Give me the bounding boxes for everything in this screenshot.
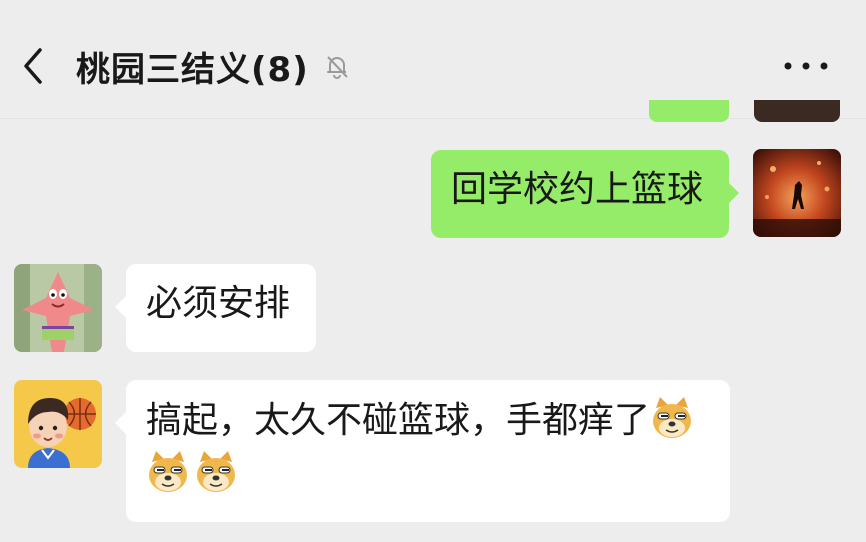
chevron-left-icon [24,48,42,84]
fire-landscape-avatar[interactable] [753,149,841,237]
message-text: 搞起，太久不碰篮球，手都痒了 [146,400,651,441]
back-button[interactable] [12,44,56,88]
ellipsis-icon [784,62,828,70]
basketball-boy-avatar[interactable] [14,380,102,468]
received-message-bubble[interactable]: 必须安排 [126,264,316,352]
bell-off-icon [326,56,348,79]
patrick-star-avatar[interactable] [14,264,102,352]
bubble-tail [115,296,126,318]
chat-title-wrap: 桃园三结义(8) [76,44,353,90]
doge-emoji-icon [146,450,190,494]
previous-message-bubble [649,100,729,122]
doge-emoji-icon [650,396,694,440]
doge-emoji-icon [194,450,238,494]
bubble-tail [728,182,739,204]
chat-header: 桃园三结义(8) [0,0,866,119]
sent-message-bubble[interactable]: 回学校约上篮球 [431,150,729,238]
previous-message-avatar[interactable] [754,100,840,122]
bubble-tail [115,412,126,434]
chat-title: 桃园三结义(8) [76,49,309,90]
received-message-bubble[interactable]: 搞起，太久不碰篮球，手都痒了 [126,380,730,522]
more-options-button[interactable] [780,50,832,82]
